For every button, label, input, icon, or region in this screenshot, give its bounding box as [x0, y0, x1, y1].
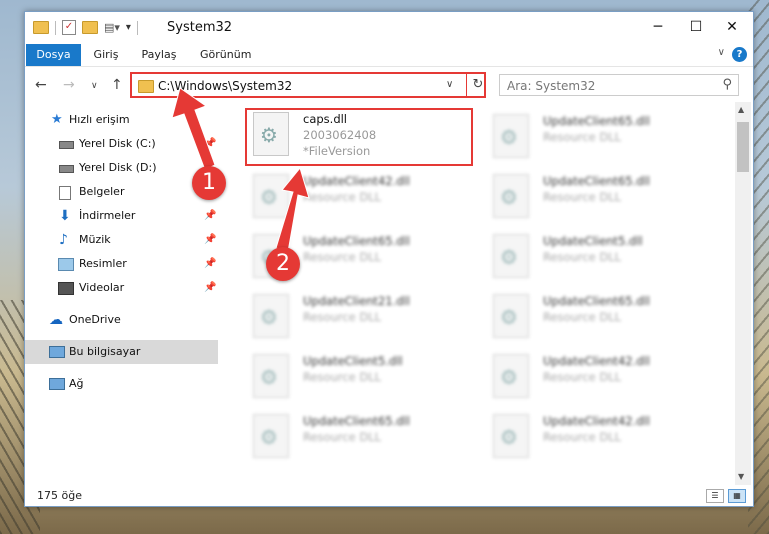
step-badge-1: 1 — [192, 166, 226, 200]
arrow-1 — [171, 87, 216, 171]
annotation-arrows — [171, 87, 310, 253]
arrow-2 — [275, 166, 310, 253]
step-badge-2: 2 — [266, 247, 300, 281]
